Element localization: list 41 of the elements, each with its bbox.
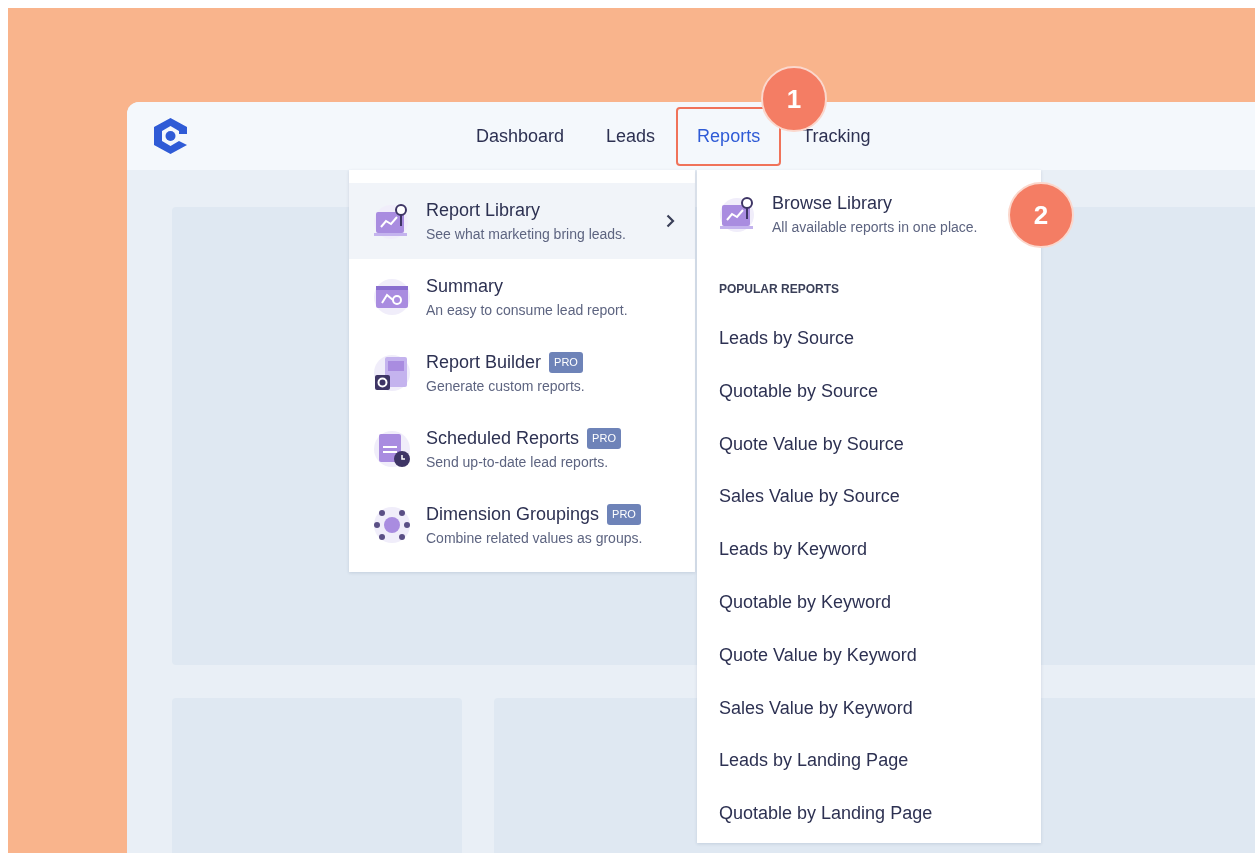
- menu-item-description: Generate custom reports.: [426, 377, 586, 396]
- menu-item[interactable]: Browse Library All available reports in one place.: [697, 170, 988, 258]
- report-link[interactable]: Quote Value by Source: [697, 417, 1041, 471]
- pro-label: PRO: [587, 428, 621, 449]
- report-link[interactable]: Leads by Source: [697, 312, 1041, 365]
- menu-item[interactable]: Report Library See what marketing bring leads.: [349, 183, 695, 259]
- menu-item-description: Send up-to-date lead reports.: [426, 453, 610, 472]
- report-link[interactable]: Quotable by Source: [697, 364, 1041, 418]
- chart-magnifier-icon: [373, 202, 411, 240]
- nav-link[interactable]: Dashboard: [455, 106, 586, 166]
- section-heading: POPULAR REPORTS: [718, 281, 840, 298]
- menu-item[interactable]: Scheduled Reports PRO Send up-to-date lead reports.: [349, 411, 695, 487]
- report-link[interactable]: Sales Value by Source: [697, 470, 1041, 524]
- line-chart-icon: [373, 278, 411, 316]
- report-link[interactable]: Quote Value by Keyword: [697, 628, 1041, 682]
- pro-label: PRO: [607, 504, 641, 525]
- pro-label: PRO: [549, 352, 583, 373]
- menu-item-description: Combine related values as groups.: [426, 529, 644, 548]
- report-gear-icon: [373, 354, 411, 392]
- report-link[interactable]: Leads by Landing Page: [697, 734, 1041, 788]
- menu-item-title: Summary: [426, 275, 503, 298]
- report-link[interactable]: Leads by Keyword: [697, 523, 1041, 576]
- report-link[interactable]: Quotable by Landing Page: [697, 787, 1041, 840]
- menu-item-description: All available reports in one place.: [772, 218, 978, 237]
- menu-item-title: Report Library: [426, 199, 541, 222]
- menu-item-title: Report Builder: [426, 351, 542, 374]
- report-link[interactable]: Sales Value by Keyword: [697, 681, 1041, 735]
- logo-icon[interactable]: [153, 117, 188, 155]
- grouping-icon: [373, 506, 411, 544]
- menu-item-description: An easy to consume lead report.: [426, 301, 629, 320]
- nav-link[interactable]: Leads: [585, 106, 677, 166]
- document-clock-icon: [373, 430, 411, 468]
- menu-item[interactable]: Summary An easy to consume lead report.: [349, 259, 695, 335]
- menu-item[interactable]: Report Builder PRO Generate custom reports.: [349, 335, 695, 411]
- report-link[interactable]: Quotable by Keyword: [697, 576, 1041, 629]
- menu-item-description: See what marketing bring leads.: [426, 225, 627, 244]
- menu-item-title: Scheduled Reports: [426, 427, 580, 450]
- chart-magnifier-icon: [719, 195, 757, 233]
- menu-item-title: Dimension Groupings: [426, 503, 600, 526]
- menu-item-title: Browse Library: [772, 192, 894, 215]
- menu-item[interactable]: Dimension Groupings PRO Combine related values as groups.: [349, 487, 695, 563]
